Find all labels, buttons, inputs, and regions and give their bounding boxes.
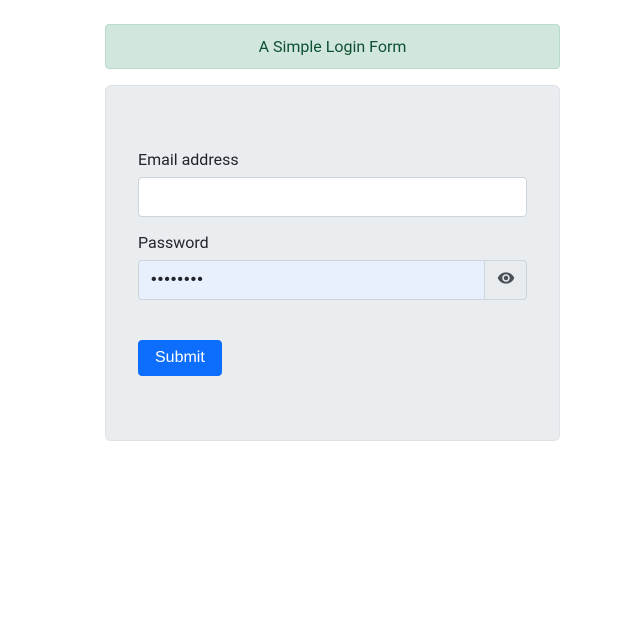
login-card: Email address Password Submit <box>105 85 560 441</box>
form-title-text: A Simple Login Form <box>259 37 407 56</box>
submit-button-label: Submit <box>155 349 205 366</box>
toggle-password-visibility-button[interactable] <box>485 260 527 300</box>
email-label: Email address <box>138 150 527 169</box>
password-field[interactable] <box>138 260 485 300</box>
email-field[interactable] <box>138 177 527 217</box>
email-group: Email address <box>138 150 527 217</box>
password-input-group <box>138 260 527 300</box>
password-label: Password <box>138 233 527 252</box>
submit-button[interactable]: Submit <box>138 340 222 376</box>
eye-icon <box>497 269 515 291</box>
form-title-banner: A Simple Login Form <box>105 24 560 69</box>
password-group: Password <box>138 233 527 300</box>
